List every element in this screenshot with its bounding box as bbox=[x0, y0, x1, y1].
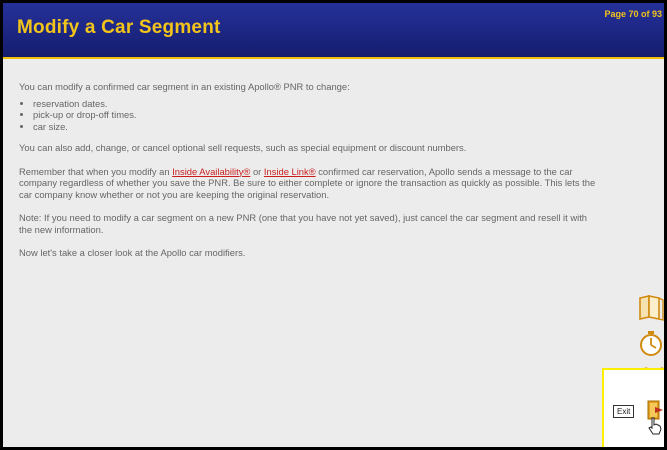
list-item: reservation dates. bbox=[33, 98, 599, 110]
lesson-window: Modify a Car Segment Page 70 of 93 You c… bbox=[3, 3, 664, 447]
exit-tooltip: Exit bbox=[613, 405, 635, 418]
note-paragraph: Note: If you need to modify a car segmen… bbox=[19, 212, 588, 235]
page-header: Modify a Car Segment Page 70 of 93 bbox=[3, 3, 664, 57]
remember-text-start: Remember that when you modify an bbox=[19, 165, 173, 177]
change-options-list: reservation dates. pick-up or drop-off t… bbox=[19, 98, 599, 133]
remember-text-or: or bbox=[250, 165, 264, 177]
page-title: Modify a Car Segment bbox=[17, 17, 221, 38]
sell-requests-paragraph: You can also add, change, or cancel opti… bbox=[19, 142, 467, 153]
exit-button-highlight[interactable]: Exit bbox=[602, 368, 664, 447]
book-icon[interactable] bbox=[637, 293, 664, 321]
header-divider bbox=[3, 57, 664, 59]
intro-paragraph: You can modify a confirmed car segment i… bbox=[19, 81, 350, 92]
list-item: pick-up or drop-off times. bbox=[33, 109, 599, 121]
inside-link-link[interactable]: Inside Link® bbox=[264, 166, 316, 177]
hand-cursor-icon bbox=[648, 417, 662, 440]
page-indicator: Page 70 of 93 bbox=[604, 9, 662, 19]
stopwatch-icon[interactable] bbox=[637, 329, 664, 357]
list-item: car size. bbox=[33, 121, 599, 133]
inside-availability-link[interactable]: Inside Availability® bbox=[172, 166, 250, 177]
remember-paragraph: Remember that when you modify an Inside … bbox=[19, 166, 599, 201]
lesson-content: You can modify a confirmed car segment i… bbox=[19, 81, 599, 259]
modifiers-intro-paragraph: Now let's take a closer look at the Apol… bbox=[19, 247, 246, 258]
